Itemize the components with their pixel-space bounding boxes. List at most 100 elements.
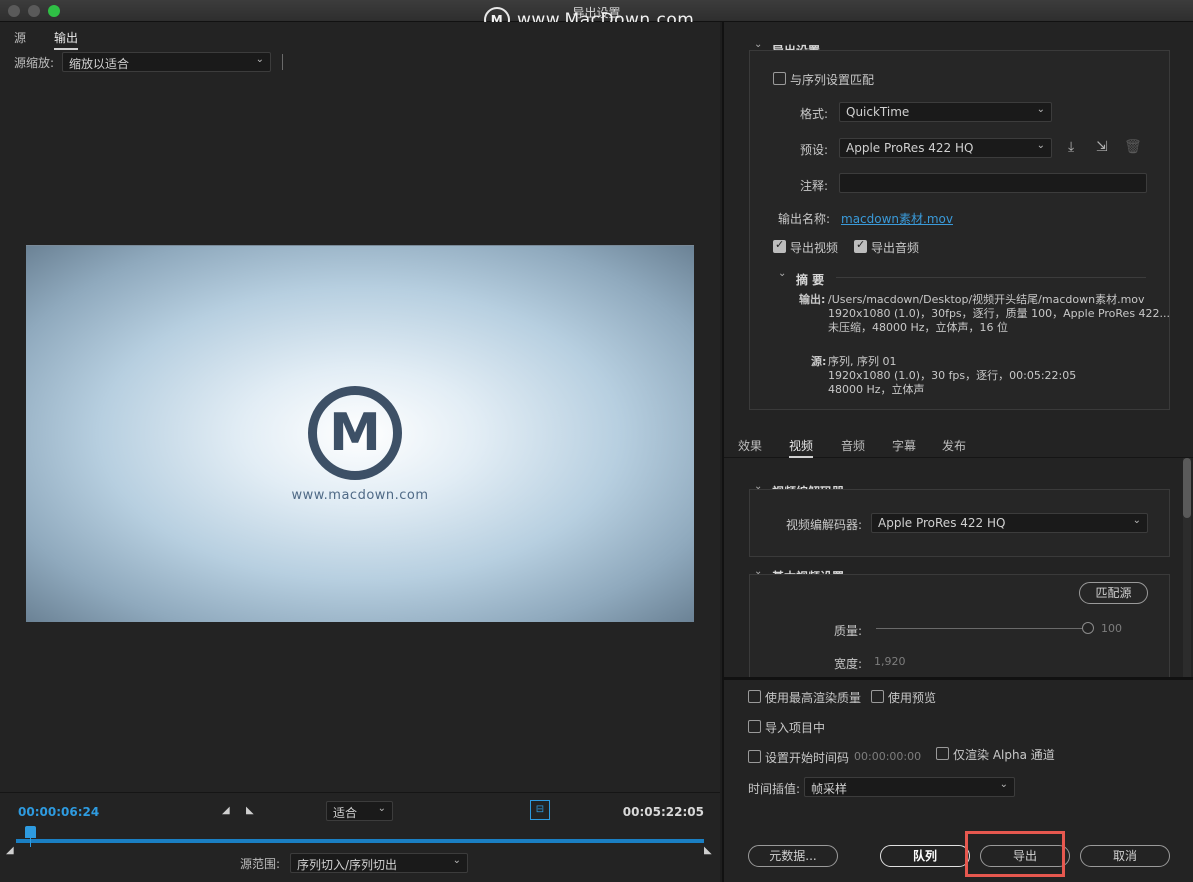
summary-output-line: 未压缩，48000 Hz，立体声，16 位	[828, 321, 1009, 334]
source-range-label: 源范围:	[240, 857, 281, 871]
import-preset-icon[interactable]: ⇲	[1096, 139, 1108, 155]
format-dropdown[interactable]: QuickTime ⌄	[839, 102, 1052, 122]
safe-margins-icon[interactable]: ⊟	[530, 800, 550, 820]
width-value[interactable]: 1,920	[874, 655, 906, 668]
set-start-timecode-label: 设置开始时间码	[765, 751, 850, 765]
width-label: 宽度:	[834, 657, 863, 671]
out-point-marker-icon[interactable]: ◣	[704, 845, 712, 856]
video-url-text: www.macdown.com	[291, 488, 429, 503]
preview-area: M www.macdown.com	[0, 74, 720, 792]
time-interpolation-label: 时间插值:	[748, 782, 801, 796]
current-timecode[interactable]: 00:00:06:24	[18, 805, 99, 819]
preset-dropdown[interactable]: Apple ProRes 422 HQ ⌄	[839, 138, 1052, 158]
source-zoom-dropdown[interactable]: 缩放以适合 ⌄	[62, 52, 271, 72]
fit-dropdown[interactable]: 适合 ⌄	[326, 801, 393, 821]
video-codec-value: Apple ProRes 422 HQ	[878, 516, 1006, 530]
divider	[836, 277, 1146, 278]
quality-slider-handle[interactable]	[1082, 622, 1094, 634]
tab-audio[interactable]: 音频	[841, 437, 865, 454]
queue-button[interactable]: 队列	[880, 845, 970, 867]
divider	[282, 54, 283, 70]
preview-panel: 源 输出 源缩放: 缩放以适合 ⌄ M www.macdown.com 00:0…	[0, 22, 720, 882]
fit-value: 适合	[333, 806, 358, 820]
start-timecode-value[interactable]: 00:00:00:00	[854, 750, 921, 763]
save-preset-icon[interactable]: ⤓	[1068, 139, 1074, 155]
playhead-line	[29, 837, 31, 847]
tab-effects[interactable]: 效果	[738, 437, 762, 454]
output-name-link[interactable]: macdown素材.mov	[841, 210, 953, 227]
export-video-checkbox[interactable]	[773, 238, 786, 253]
source-range-value: 序列切入/序列切出	[297, 858, 398, 872]
time-interpolation-dropdown[interactable]: 帧采样 ⌄	[804, 777, 1015, 797]
source-output-tabs: 源 输出	[0, 22, 720, 50]
preset-value: Apple ProRes 422 HQ	[846, 141, 974, 155]
summary-output-label: 输出:	[799, 293, 826, 306]
mark-out-icon[interactable]: ◣	[246, 805, 254, 816]
quality-slider-track[interactable]	[876, 628, 1086, 629]
scrollbar-thumb[interactable]	[1183, 458, 1191, 518]
format-label: 格式:	[800, 107, 829, 121]
tab-video[interactable]: 视频	[789, 437, 814, 458]
chevron-down-icon[interactable]: ⌄	[778, 268, 786, 279]
source-range-dropdown[interactable]: 序列切入/序列切出 ⌄	[290, 853, 468, 873]
summary-title: 摘 要	[796, 273, 825, 287]
tab-source[interactable]: 源	[14, 29, 26, 46]
tab-output[interactable]: 输出	[54, 29, 79, 50]
video-codec-dropdown[interactable]: Apple ProRes 422 HQ ⌄	[871, 513, 1148, 533]
chevron-down-icon: ⌄	[377, 803, 386, 814]
chevron-down-icon: ⌄	[1036, 140, 1045, 151]
chevron-down-icon: ⌄	[1132, 515, 1141, 526]
output-name-label: 输出名称:	[778, 212, 831, 226]
source-zoom-value: 缩放以适合	[69, 57, 130, 71]
export-video-label: 导出视频	[790, 241, 839, 255]
tab-publish[interactable]: 发布	[942, 437, 966, 454]
mark-in-icon[interactable]: ◢	[222, 805, 230, 816]
use-previews-checkbox[interactable]	[871, 690, 884, 703]
max-render-quality-checkbox[interactable]	[748, 690, 761, 703]
timeline-track[interactable]	[16, 839, 704, 843]
set-start-timecode-checkbox[interactable]	[748, 750, 761, 763]
delete-preset-icon[interactable]: 🗑	[1124, 139, 1142, 155]
logo-letter: M	[329, 403, 381, 463]
tab-captions[interactable]: 字幕	[892, 437, 916, 454]
use-previews-label: 使用预览	[888, 691, 937, 705]
video-frame: M www.macdown.com	[26, 245, 694, 622]
export-options: 使用最高渲染质量 使用预览 导入项目中 设置开始时间码 00:00:00:00 …	[722, 677, 1193, 882]
chevron-down-icon: ⌄	[255, 54, 264, 65]
time-interpolation-value: 帧采样	[811, 782, 848, 796]
source-zoom-label: 源缩放:	[14, 56, 55, 70]
max-render-quality-label: 使用最高渲染质量	[765, 691, 862, 705]
quality-value[interactable]: 100	[1101, 622, 1122, 635]
end-timecode: 00:05:22:05	[622, 805, 704, 819]
format-value: QuickTime	[846, 105, 910, 119]
comments-label: 注释:	[800, 179, 829, 193]
preset-label: 预设:	[800, 143, 829, 157]
match-source-button[interactable]: 匹配源	[1079, 582, 1148, 604]
chevron-down-icon: ⌄	[452, 855, 461, 866]
chevron-down-icon[interactable]: ⌄	[754, 39, 762, 50]
export-highlight-box	[965, 831, 1065, 877]
render-alpha-only-label: 仅渲染 Alpha 通道	[953, 748, 1055, 762]
settings-scrollbar[interactable]	[1183, 458, 1191, 678]
comments-input[interactable]	[839, 173, 1147, 193]
chevron-down-icon: ⌄	[999, 779, 1008, 790]
match-sequence-label: 与序列设置匹配	[790, 73, 875, 87]
match-sequence-checkbox[interactable]	[773, 72, 786, 85]
export-audio-checkbox[interactable]	[854, 238, 867, 253]
cancel-button[interactable]: 取消	[1080, 845, 1170, 867]
render-alpha-only-checkbox[interactable]	[936, 747, 949, 760]
import-into-project-label: 导入项目中	[765, 721, 826, 735]
timeline: 00:00:06:24 ◢ ◣ 适合 ⌄ ⊟ 00:05:22:05 ◢ ◣ 源…	[0, 792, 720, 882]
export-audio-label: 导出音频	[871, 241, 920, 255]
macdown-logo-icon: M	[308, 386, 402, 480]
chevron-down-icon: ⌄	[1036, 104, 1045, 115]
summary-source-label: 源:	[811, 355, 827, 368]
quality-label: 质量:	[834, 624, 863, 638]
settings-panel: ⌄ 导出设置 与序列设置匹配 格式: QuickTime ⌄ 预设: Apple…	[722, 22, 1193, 684]
settings-sub-tabs: 效果 视频 音频 字幕 发布	[724, 430, 1193, 458]
import-into-project-checkbox[interactable]	[748, 720, 761, 733]
metadata-button[interactable]: 元数据...	[748, 845, 838, 867]
in-point-marker-icon[interactable]: ◢	[6, 845, 14, 856]
source-zoom-row: 源缩放: 缩放以适合 ⌄	[0, 50, 720, 74]
video-codec-label: 视频编解码器:	[786, 518, 863, 532]
